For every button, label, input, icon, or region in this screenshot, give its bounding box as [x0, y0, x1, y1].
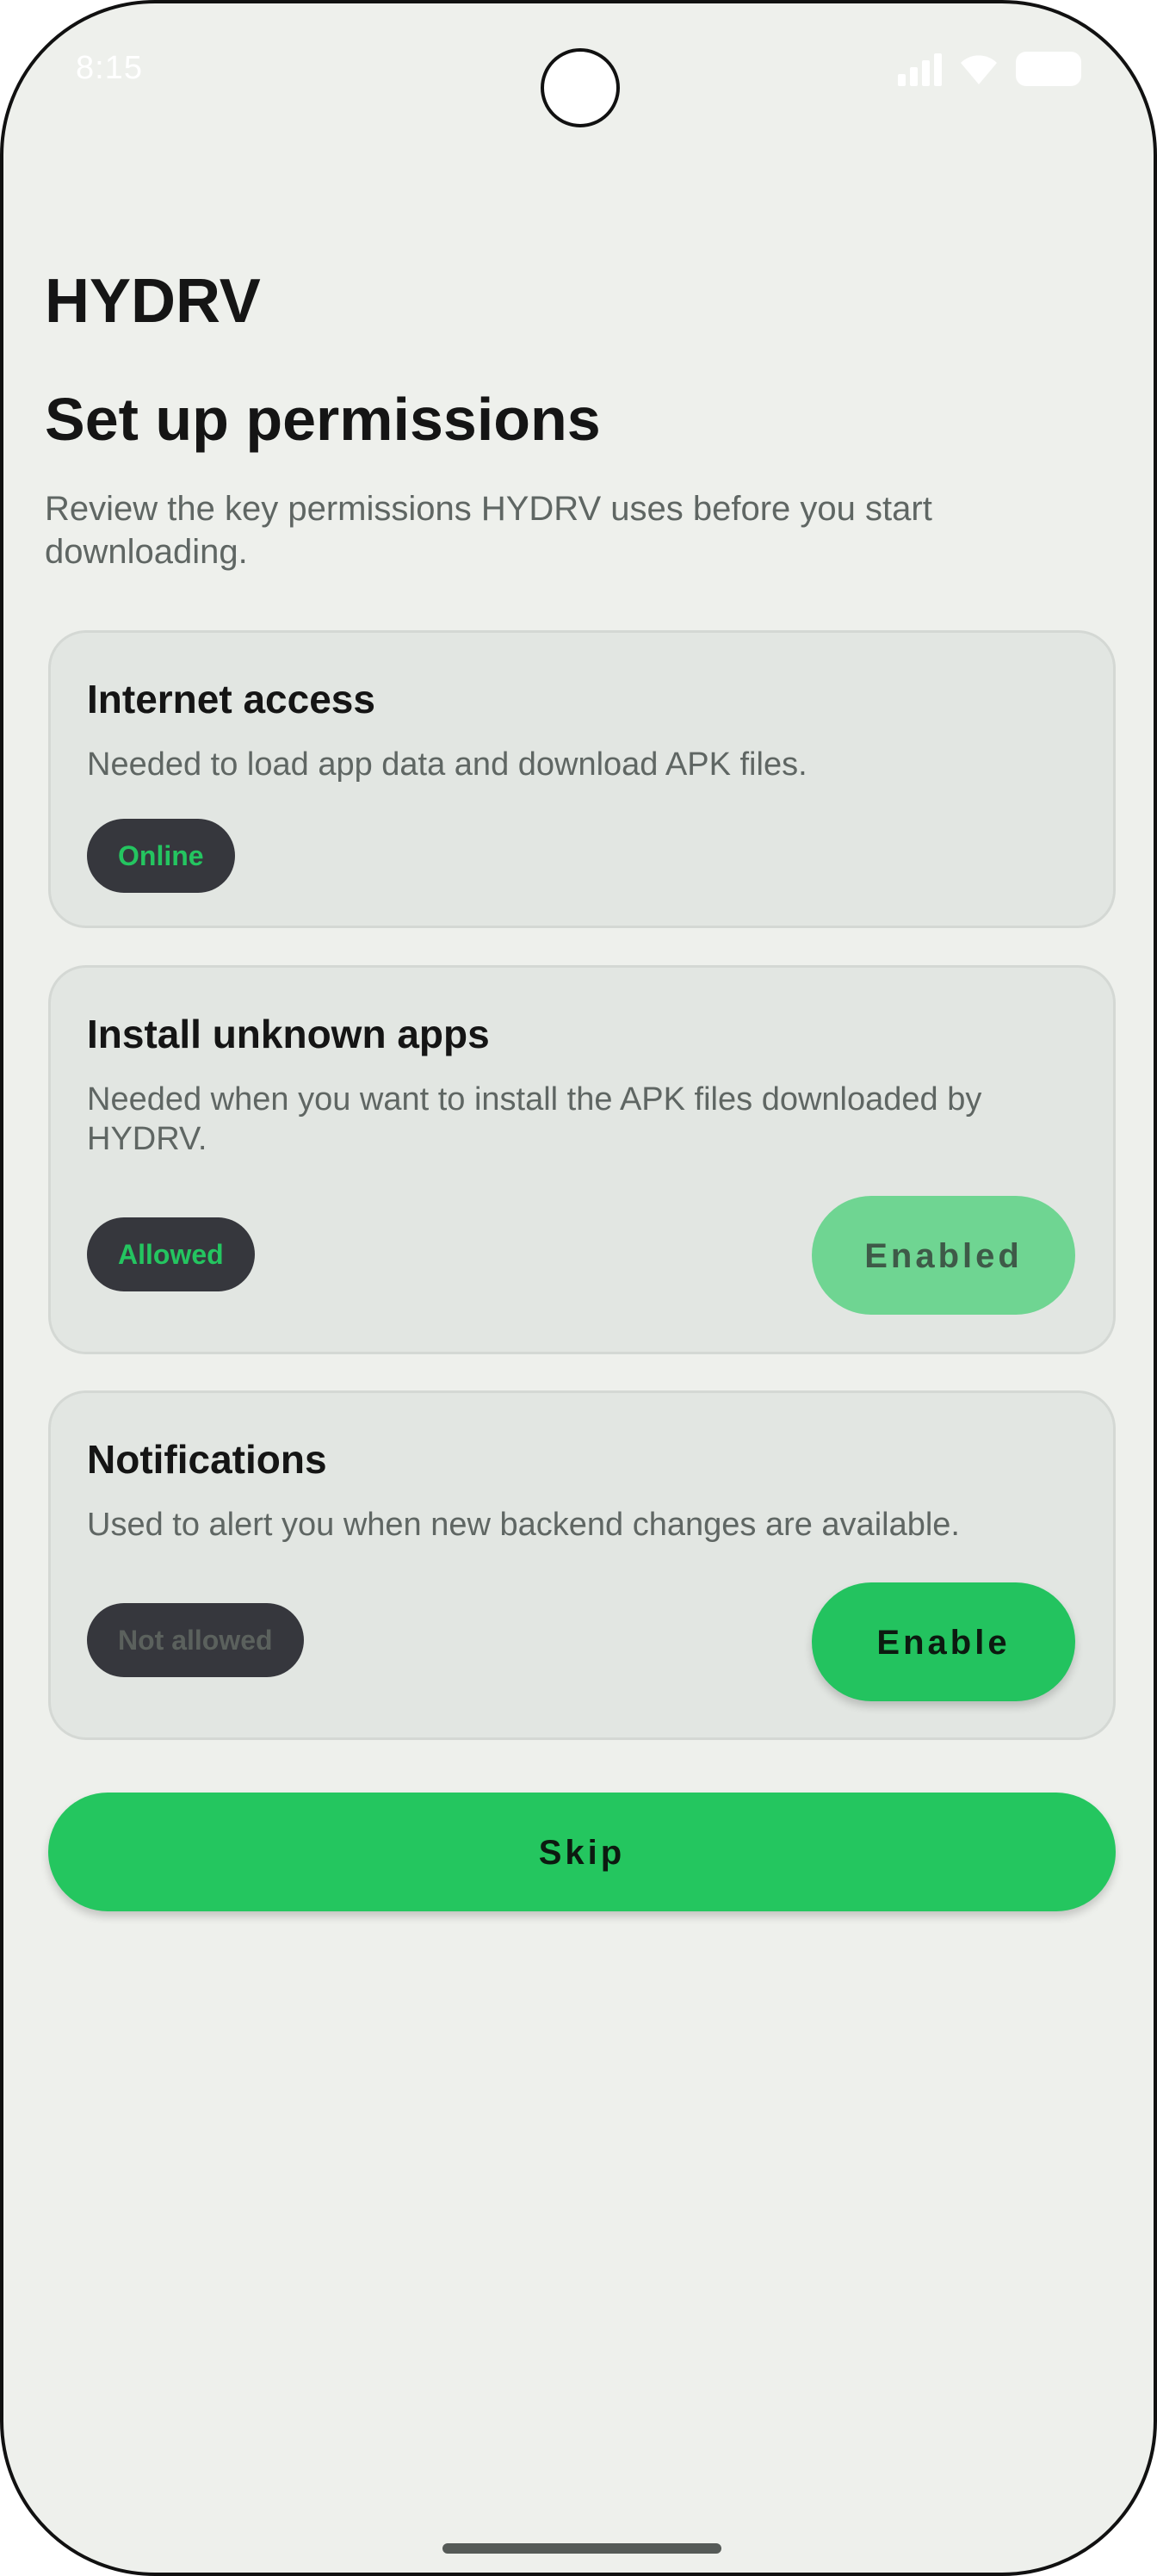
- status-icons: [898, 52, 1081, 86]
- skip-button[interactable]: Skip: [48, 1793, 1116, 1911]
- status-badge: Online: [87, 819, 235, 893]
- permission-card-notifications: Notifications Used to alert you when new…: [48, 1390, 1116, 1740]
- page-title: Set up permissions: [45, 386, 601, 453]
- signal-icon: [898, 52, 942, 86]
- permission-title: Install unknown apps: [87, 1012, 490, 1056]
- status-bar: 8:15: [3, 3, 1154, 133]
- battery-icon: [1016, 52, 1081, 86]
- permission-description: Needed to load app data and download APK…: [87, 746, 807, 783]
- camera-cutout: [541, 48, 620, 127]
- phone-screen: 8:15 HYDRV Set up permissions Review the…: [0, 0, 1157, 2576]
- app-name: HYDRV: [45, 267, 261, 336]
- home-indicator[interactable]: [442, 2543, 721, 2554]
- page-subtitle: Review the key permissions HYDRV uses be…: [45, 490, 932, 571]
- status-time: 8:15: [76, 50, 143, 86]
- header: HYDRV Set up permissions Review the key …: [45, 262, 1119, 571]
- permission-description: Used to alert you when new backend chang…: [87, 1507, 960, 1543]
- status-badge: Not allowed: [87, 1603, 304, 1677]
- enable-notifications-button[interactable]: Enable: [812, 1582, 1075, 1701]
- permission-card-install-apps: Install unknown apps Needed when you wan…: [48, 965, 1116, 1354]
- permission-description: Needed when you want to install the APK …: [87, 1081, 982, 1157]
- wifi-icon: [961, 55, 997, 84]
- permission-title: Internet access: [87, 677, 375, 721]
- permission-card-internet: Internet access Needed to load app data …: [48, 630, 1116, 928]
- status-badge: Allowed: [87, 1217, 255, 1291]
- permission-title: Notifications: [87, 1437, 327, 1482]
- enabled-button[interactable]: Enabled: [812, 1196, 1075, 1315]
